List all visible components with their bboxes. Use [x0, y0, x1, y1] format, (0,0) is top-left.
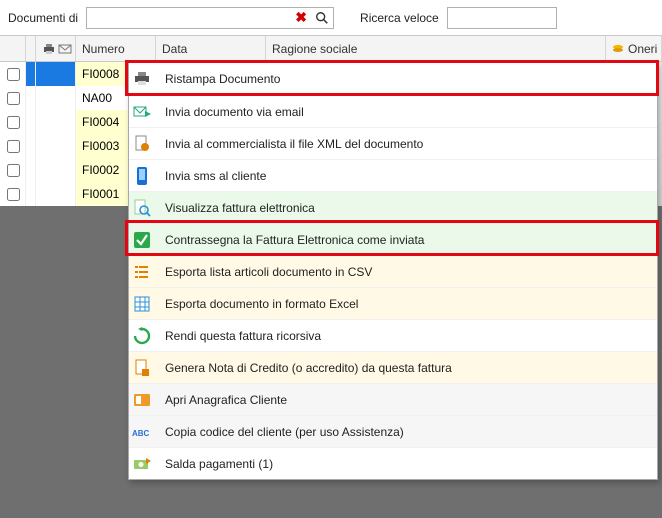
coins-icon: [612, 44, 624, 54]
row-checkbox-cell: [0, 158, 26, 182]
phone-icon: [129, 167, 155, 185]
row-checkbox-cell: [0, 110, 26, 134]
abc-icon: ABC: [129, 426, 155, 438]
header-numero[interactable]: Numero: [76, 36, 156, 61]
ctx-sms[interactable]: Invia sms al cliente: [129, 159, 657, 191]
row-icons-cell: [36, 158, 76, 182]
ctx-csv-label: Esporta lista articoli documento in CSV: [155, 265, 372, 279]
row-sel-cell: [26, 110, 36, 134]
ctx-view-fe[interactable]: Visualizza fattura elettronica: [129, 191, 657, 223]
row-checkbox-cell: [0, 86, 26, 110]
header-icons-col: [36, 36, 76, 61]
header-data[interactable]: Data: [156, 36, 266, 61]
row-sel-cell: [26, 158, 36, 182]
ctx-nota-credito[interactable]: Genera Nota di Credito (o accredito) da …: [129, 351, 657, 383]
header-checkbox-col: [0, 36, 26, 61]
ctx-copy-code-label: Copia codice del cliente (per uso Assist…: [155, 425, 404, 439]
ricerca-veloce-wrap: [447, 7, 557, 29]
magnifier-doc-icon: [129, 199, 155, 217]
ctx-email-label: Invia documento via email: [155, 105, 304, 119]
ctx-recursive-label: Rendi questa fattura ricorsiva: [155, 329, 321, 343]
printer-icon: [129, 71, 155, 87]
row-checkbox[interactable]: [7, 140, 20, 153]
file-xml-icon: [129, 135, 155, 153]
toolbar: Documenti di ✖ Ricerca veloce: [0, 0, 662, 36]
row-checkbox[interactable]: [7, 68, 20, 81]
ctx-email[interactable]: Invia documento via email: [129, 95, 657, 127]
header-ragione[interactable]: Ragione sociale: [266, 36, 606, 61]
header-oneri[interactable]: Oneri: [606, 36, 662, 61]
row-sel-cell: [26, 182, 36, 206]
doc-plus-icon: [129, 359, 155, 377]
ctx-anagrafica-label: Apri Anagrafica Cliente: [155, 393, 287, 407]
money-icon: [129, 457, 155, 471]
row-checkbox-cell: [0, 182, 26, 206]
ctx-salda-label: Salda pagamenti (1): [155, 457, 273, 471]
ctx-recursive[interactable]: Rendi questa fattura ricorsiva: [129, 319, 657, 351]
row-icons-cell: [36, 86, 76, 110]
card-icon: [129, 393, 155, 407]
documenti-label: Documenti di: [8, 11, 78, 25]
row-checkbox[interactable]: [7, 188, 20, 201]
row-icons-cell: [36, 110, 76, 134]
mail-send-icon: [129, 105, 155, 119]
row-sel-cell: [26, 86, 36, 110]
ctx-mark-sent-label: Contrassegna la Fattura Elettronica come…: [155, 233, 424, 247]
envelope-icon: [58, 44, 72, 54]
ctx-excel[interactable]: Esporta documento in formato Excel: [129, 287, 657, 319]
ricerca-label: Ricerca veloce: [360, 11, 439, 25]
check-icon: [129, 231, 155, 249]
documenti-search-input[interactable]: [87, 9, 291, 27]
row-icons-cell: [36, 182, 76, 206]
row-sel-cell: [26, 62, 36, 86]
ctx-xml[interactable]: Invia al commercialista il file XML del …: [129, 127, 657, 159]
ctx-excel-label: Esporta documento in formato Excel: [155, 297, 358, 311]
row-icons-cell: [36, 62, 76, 86]
ctx-sms-label: Invia sms al cliente: [155, 169, 266, 183]
ctx-nota-credito-label: Genera Nota di Credito (o accredito) da …: [155, 361, 452, 375]
row-icons-cell: [36, 134, 76, 158]
table-icon: [129, 296, 155, 312]
ctx-ristampa[interactable]: Ristampa Documento: [129, 63, 657, 95]
ctx-salda[interactable]: Salda pagamenti (1): [129, 447, 657, 479]
search-icon[interactable]: [315, 11, 329, 25]
ctx-view-fe-label: Visualizza fattura elettronica: [155, 201, 315, 215]
ctx-csv[interactable]: Esporta lista articoli documento in CSV: [129, 255, 657, 287]
row-checkbox-cell: [0, 62, 26, 86]
documents-grid: Numero Data Ragione sociale Oneri FI0008…: [0, 36, 662, 518]
recycle-icon: [129, 327, 155, 345]
row-sel-cell: [26, 134, 36, 158]
ctx-mark-sent[interactable]: Contrassegna la Fattura Elettronica come…: [129, 223, 657, 255]
context-menu: Ristampa Documento Invia documento via e…: [128, 62, 658, 480]
printer-icon: [42, 43, 56, 55]
row-checkbox-cell: [0, 134, 26, 158]
ctx-anagrafica[interactable]: Apri Anagrafica Cliente: [129, 383, 657, 415]
ctx-copy-code[interactable]: ABC Copia codice del cliente (per uso As…: [129, 415, 657, 447]
documenti-search-wrap: ✖: [86, 7, 334, 29]
row-checkbox[interactable]: [7, 92, 20, 105]
column-headers: Numero Data Ragione sociale Oneri: [0, 36, 662, 62]
svg-text:ABC: ABC: [132, 429, 150, 438]
list-icon: [129, 264, 155, 280]
clear-icon[interactable]: ✖: [291, 9, 311, 26]
header-sel-col: [26, 36, 36, 61]
ricerca-veloce-input[interactable]: [448, 9, 556, 27]
row-checkbox[interactable]: [7, 164, 20, 177]
ctx-xml-label: Invia al commercialista il file XML del …: [155, 137, 423, 151]
ctx-ristampa-label: Ristampa Documento: [155, 72, 280, 86]
row-checkbox[interactable]: [7, 116, 20, 129]
